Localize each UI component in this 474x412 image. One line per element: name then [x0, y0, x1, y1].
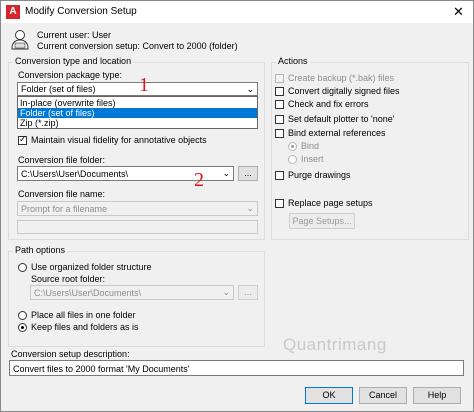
place-all-label: Place all files in one folder	[31, 310, 136, 320]
dropdown-option-zip[interactable]: Zip (*.zip)	[18, 118, 257, 128]
dropdown-option-folder[interactable]: Folder (set of files)	[18, 108, 257, 118]
set-plotter-label: Set default plotter to 'none'	[288, 114, 395, 124]
cancel-button[interactable]: Cancel	[359, 387, 407, 404]
source-root-value: C:\Users\User\Documents\	[34, 288, 142, 298]
bind-xrefs-checkbox[interactable]	[275, 129, 284, 138]
fidelity-checkbox[interactable]	[18, 134, 27, 145]
check-fix-checkbox[interactable]	[275, 100, 284, 109]
insert-radio[interactable]	[288, 155, 297, 164]
place-all-radio[interactable]	[18, 311, 27, 320]
description-input[interactable]: Convert files to 2000 format 'My Documen…	[9, 360, 464, 376]
insert-label: Insert	[301, 154, 324, 164]
fidelity-label: Maintain visual fidelity for annotative …	[31, 135, 207, 145]
browse-folder-button[interactable]: ...	[238, 166, 258, 181]
file-folder-label: Conversion file folder:	[18, 155, 106, 165]
replace-page-label: Replace page setups	[288, 198, 373, 208]
keep-files-radio[interactable]	[18, 323, 27, 332]
dialog-window: A Modify Conversion Setup ✕ Current user…	[0, 0, 474, 412]
user-icon	[11, 30, 29, 50]
autocad-app-icon: A	[6, 5, 20, 19]
chevron-down-icon: ⌄	[246, 84, 254, 94]
description-value: Convert files to 2000 format 'My Documen…	[13, 364, 190, 374]
file-name-value: Prompt for a filename	[21, 204, 108, 214]
convert-signed-label: Convert digitally signed files	[288, 86, 400, 96]
chevron-down-icon: ⌄	[222, 168, 230, 178]
annotation-number-1: 1	[139, 74, 149, 96]
purge-label: Purge drawings	[288, 170, 351, 180]
current-setup-text: Current conversion setup: Convert to 200…	[37, 41, 238, 51]
organized-structure-label: Use organized folder structure	[31, 262, 152, 272]
file-folder-value: C:\Users\User\Documents\	[21, 169, 129, 179]
package-type-label: Conversion package type:	[18, 70, 123, 80]
file-name-select[interactable]: Prompt for a filename ⌄	[17, 201, 258, 216]
create-backup-label: Create backup (*.bak) files	[288, 73, 395, 83]
watermark-logo: Quantrimang	[283, 335, 387, 354]
conversion-type-group-label: Conversion type and location	[13, 56, 134, 66]
title-bar: A Modify Conversion Setup ✕	[1, 1, 473, 23]
window-title: Modify Conversion Setup	[25, 6, 137, 17]
browse-source-root-button[interactable]: ...	[238, 285, 258, 300]
package-type-dropdown-list: In-place (overwrite files) Folder (set o…	[17, 96, 258, 129]
package-type-value: Folder (set of files)	[21, 84, 96, 94]
annotation-number-2: 2	[194, 169, 204, 191]
package-type-select[interactable]: Folder (set of files) ⌄	[17, 82, 258, 96]
check-fix-label: Check and fix errors	[288, 99, 369, 109]
chevron-down-icon: ⌄	[246, 203, 254, 213]
replace-page-checkbox[interactable]	[275, 199, 284, 208]
close-icon[interactable]: ✕	[453, 4, 464, 20]
actions-group-label: Actions	[276, 56, 310, 66]
description-label: Conversion setup description:	[11, 349, 130, 359]
bind-xrefs-label: Bind external references	[288, 128, 386, 138]
purge-checkbox[interactable]	[275, 171, 284, 180]
bind-label: Bind	[301, 141, 320, 151]
ok-button[interactable]: OK	[305, 387, 353, 404]
convert-signed-checkbox[interactable]	[275, 87, 284, 96]
bind-radio[interactable]	[288, 142, 297, 151]
file-name-label: Conversion file name:	[18, 189, 106, 199]
file-name-text-input[interactable]	[17, 220, 258, 234]
path-options-group-label: Path options	[13, 245, 68, 255]
dropdown-option-in-place[interactable]: In-place (overwrite files)	[18, 98, 257, 108]
page-setups-button[interactable]: Page Setups...	[289, 213, 355, 229]
organized-structure-radio[interactable]	[18, 263, 27, 272]
source-root-label: Source root folder:	[31, 274, 106, 284]
help-button[interactable]: Help	[413, 387, 461, 404]
create-backup-checkbox[interactable]	[275, 74, 284, 83]
keep-files-label: Keep files and folders as is	[31, 322, 139, 332]
chevron-down-icon: ⌄	[222, 287, 230, 297]
set-plotter-checkbox[interactable]	[275, 115, 284, 124]
current-user-text: Current user: User	[37, 30, 112, 40]
source-root-input[interactable]: C:\Users\User\Documents\ ⌄	[30, 285, 234, 300]
